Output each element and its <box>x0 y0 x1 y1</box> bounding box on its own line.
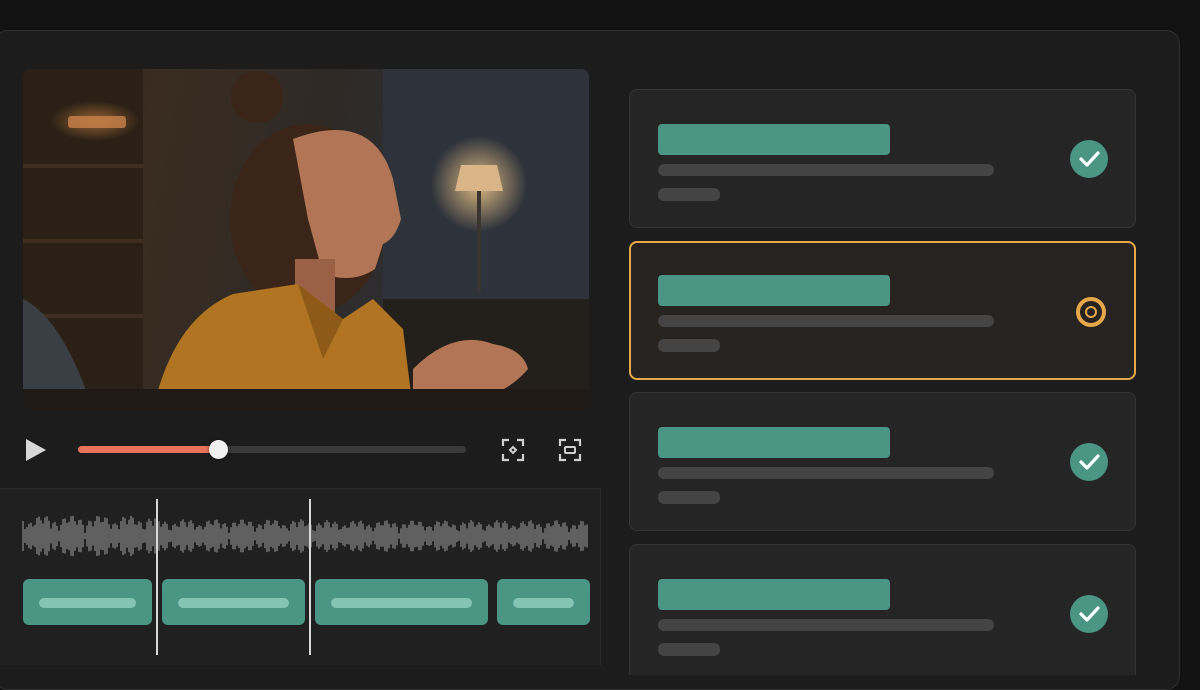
clip-segment-1[interactable] <box>23 579 152 625</box>
caption-frame-icon[interactable] <box>558 438 582 462</box>
playhead-marker[interactable] <box>156 499 158 655</box>
task-description-placeholder <box>658 619 994 631</box>
playhead-marker[interactable] <box>309 499 311 655</box>
clip-label-bar <box>331 598 472 608</box>
task-meta-placeholder <box>658 643 720 656</box>
task-title-placeholder <box>658 275 890 306</box>
task-description-placeholder <box>658 164 994 176</box>
clip-segment-3[interactable] <box>315 579 488 625</box>
clip-label-bar <box>178 598 289 608</box>
task-description-placeholder <box>658 467 994 479</box>
clip-label-bar <box>513 598 574 608</box>
video-preview[interactable] <box>23 69 589 410</box>
progress-slider[interactable] <box>78 440 466 459</box>
focus-frame-icon[interactable] <box>501 438 525 462</box>
play-button[interactable] <box>26 439 46 461</box>
check-icon <box>1070 595 1108 633</box>
task-card-1[interactable] <box>629 89 1136 228</box>
video-frame-illustration <box>23 69 589 410</box>
progress-slider-fill <box>78 446 218 453</box>
check-icon <box>1070 140 1108 178</box>
task-meta-placeholder <box>658 491 720 504</box>
progress-slider-thumb[interactable] <box>208 440 228 459</box>
task-title-placeholder <box>658 427 890 458</box>
task-meta-placeholder <box>658 339 720 352</box>
timeline-panel[interactable] <box>0 488 601 665</box>
clip-segment-2[interactable] <box>162 579 305 625</box>
task-meta-placeholder <box>658 188 720 201</box>
task-title-placeholder <box>658 124 890 155</box>
audio-waveform <box>22 515 588 557</box>
task-title-placeholder <box>658 579 890 610</box>
task-description-placeholder <box>658 315 994 327</box>
task-card-3[interactable] <box>629 392 1136 531</box>
task-card-2[interactable] <box>629 241 1136 380</box>
in-progress-icon <box>1076 297 1106 327</box>
check-icon <box>1070 443 1108 481</box>
clip-label-bar <box>39 598 136 608</box>
clip-segment-4[interactable] <box>497 579 590 625</box>
task-card-4[interactable] <box>629 544 1136 675</box>
